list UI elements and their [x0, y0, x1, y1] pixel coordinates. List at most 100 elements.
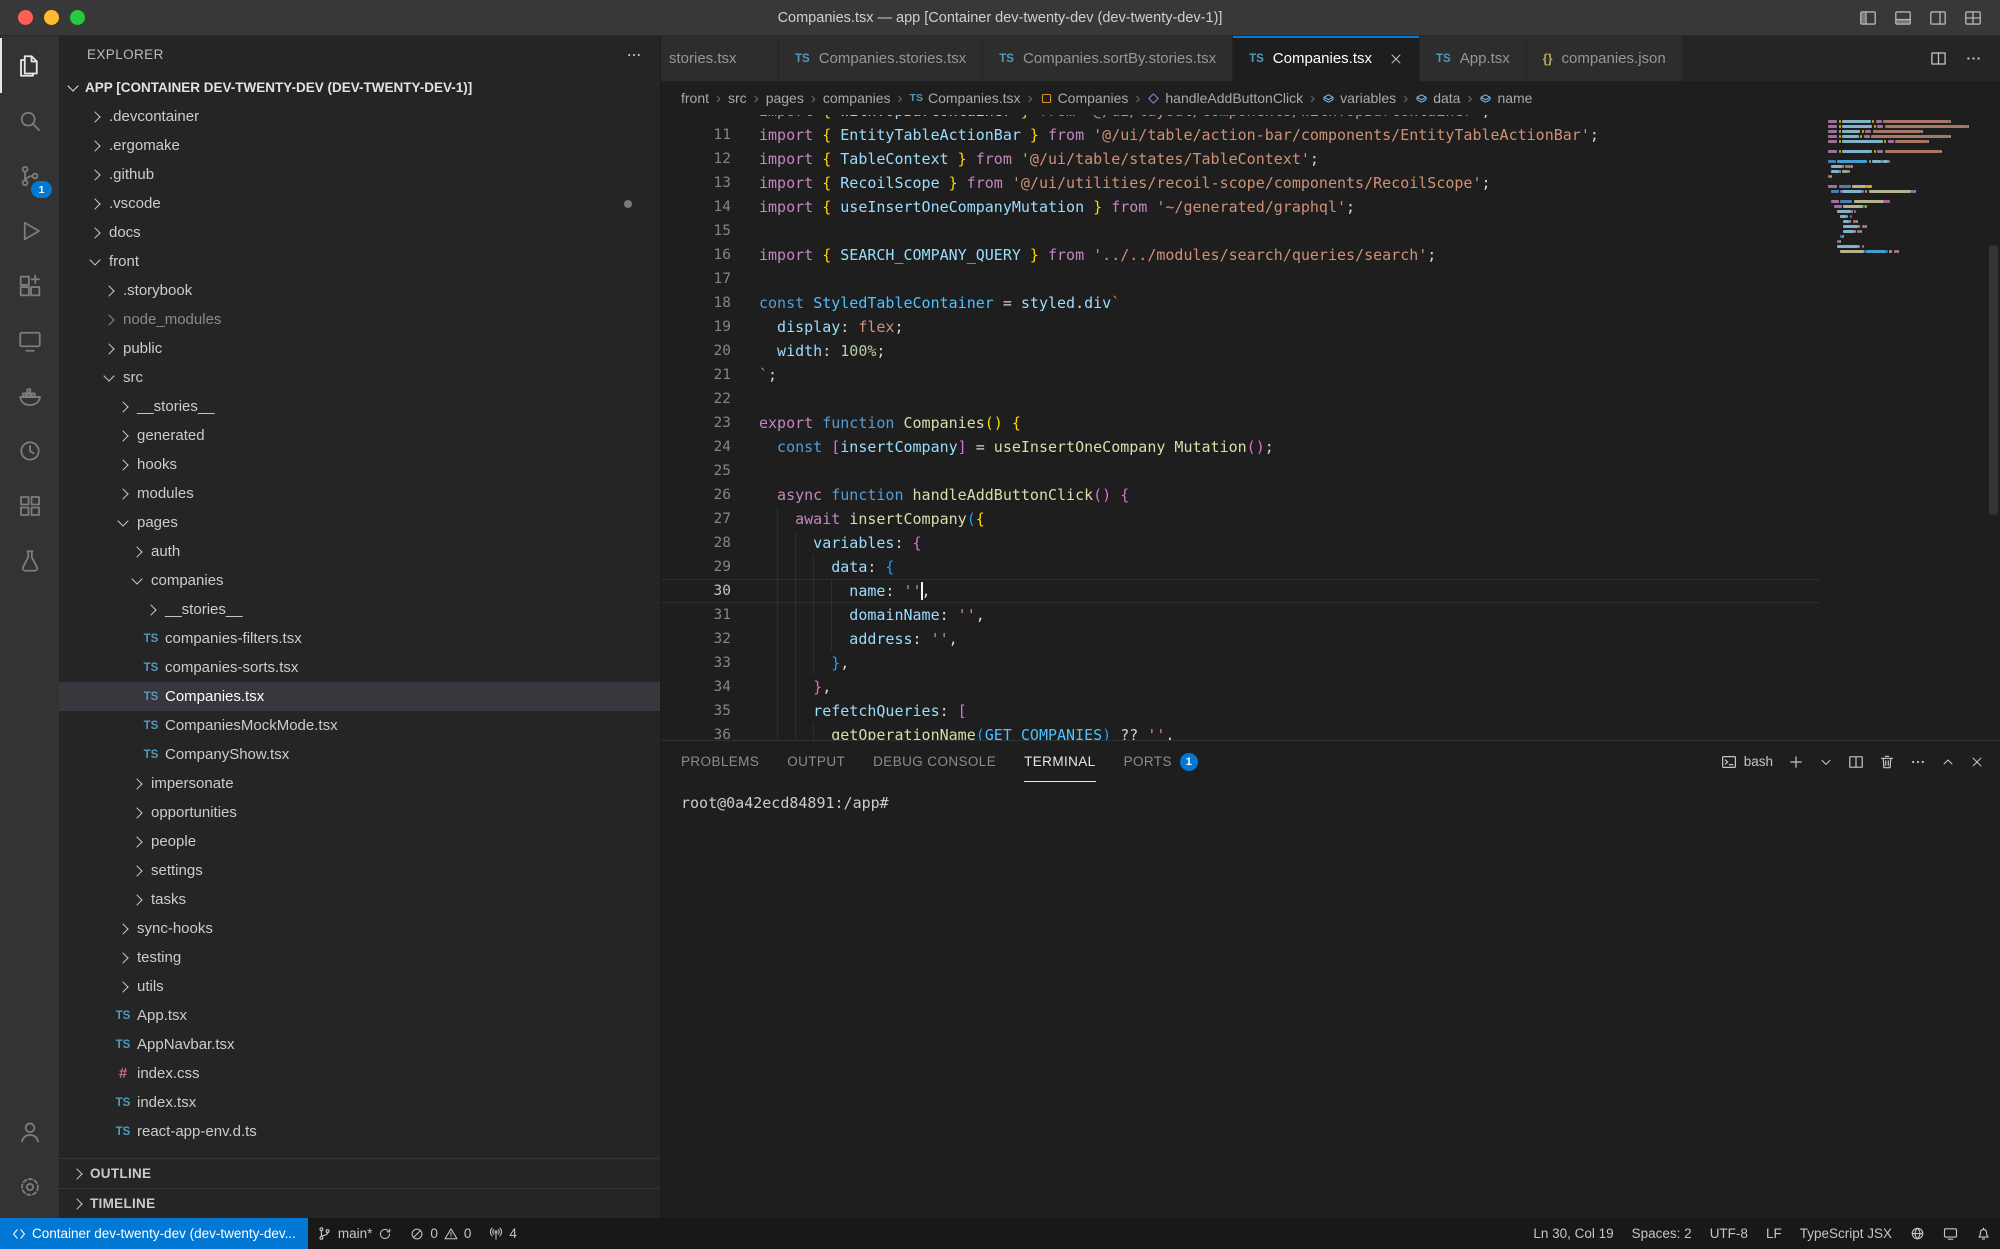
terminal-dropdown-icon[interactable] [1819, 755, 1833, 769]
tree-file-companiesmockmode.tsx[interactable]: TSCompaniesMockMode.tsx [59, 711, 660, 740]
tree-folder-pages[interactable]: pages [59, 508, 660, 537]
tree-folder-opportunities[interactable]: opportunities [59, 798, 660, 827]
explorer-section-timeline[interactable]: TIMELINE [59, 1188, 660, 1218]
language-mode[interactable]: TypeScript JSX [1791, 1218, 1901, 1249]
tree-folder-public[interactable]: public [59, 334, 660, 363]
code-line-19[interactable]: 19display: flex; [661, 315, 1820, 339]
editor-scrollbar[interactable] [1989, 245, 1998, 515]
tree-folder-settings[interactable]: settings [59, 856, 660, 885]
breadcrumb-item-handleaddbuttonclick[interactable]: handleAddButtonClick [1147, 90, 1303, 106]
breadcrumb-item-data[interactable]: data [1415, 90, 1460, 106]
tree-file-appnavbar.tsx[interactable]: TSAppNavbar.tsx [59, 1030, 660, 1059]
tree-folder-generated[interactable]: generated [59, 421, 660, 450]
tab-companies.tsx[interactable]: TSCompanies.tsx [1233, 36, 1420, 81]
editor-more-actions-icon[interactable] [1965, 50, 1982, 67]
notifications-bell-icon[interactable] [1967, 1218, 2000, 1249]
tree-file-index.tsx[interactable]: TSindex.tsx [59, 1088, 660, 1117]
tree-folder-front[interactable]: front [59, 247, 660, 276]
zoom-window-button[interactable] [70, 10, 85, 25]
tree-file-react-app-env.d.ts[interactable]: TSreact-app-env.d.ts [59, 1117, 660, 1146]
tree-folder-sync-hooks[interactable]: sync-hooks [59, 914, 660, 943]
panel-tab-output[interactable]: OUTPUT [787, 741, 845, 782]
panel-more-actions-icon[interactable] [1910, 754, 1926, 770]
code-line-22[interactable]: 22 [661, 387, 1820, 411]
breadcrumb-item-name[interactable]: name [1479, 90, 1532, 106]
tree-folder-.storybook[interactable]: .storybook [59, 276, 660, 305]
tree-file-companies-sorts.tsx[interactable]: TScompanies-sorts.tsx [59, 653, 660, 682]
code-line-15[interactable]: 15 [661, 219, 1820, 243]
code-line-12[interactable]: 12import { TableContext } from '@/ui/tab… [661, 147, 1820, 171]
explorer-icon[interactable] [0, 38, 59, 93]
tree-folder-docs[interactable]: docs [59, 218, 660, 247]
settings-icon[interactable] [0, 1159, 59, 1214]
code-editor[interactable]: 10import { WithTopBarContainer } from '@… [661, 115, 2000, 740]
code-line-27[interactable]: 27await insertCompany({ [661, 507, 1820, 531]
breadcrumb-item-companies[interactable]: companies [823, 90, 891, 106]
github-actions-icon[interactable] [0, 478, 59, 533]
breadcrumb-item-companies.tsx[interactable]: TSCompanies.tsx [910, 90, 1021, 106]
tab-companies.sortby.stories.tsx[interactable]: TSCompanies.sortBy.stories.tsx [983, 36, 1233, 81]
code-line-25[interactable]: 25 [661, 459, 1820, 483]
tree-folder-.github[interactable]: .github [59, 160, 660, 189]
minimize-window-button[interactable] [44, 10, 59, 25]
cursor-position[interactable]: Ln 30, Col 19 [1524, 1218, 1622, 1249]
tree-folder-impersonate[interactable]: impersonate [59, 769, 660, 798]
code-line-35[interactable]: 35refetchQueries: [ [661, 699, 1820, 723]
testing-icon[interactable] [0, 533, 59, 588]
tab-companies.stories.tsx[interactable]: TSCompanies.stories.tsx [779, 36, 983, 81]
panel-tab-problems[interactable]: PROBLEMS [681, 741, 759, 782]
code-line-26[interactable]: 26async function handleAddButtonClick() … [661, 483, 1820, 507]
code-line-24[interactable]: 24const [insertCompany] = useInsertOneCo… [661, 435, 1820, 459]
code-line-30[interactable]: 30name: '', [661, 579, 1820, 603]
screencast-icon[interactable] [1934, 1218, 1967, 1249]
panel-tab-debug-console[interactable]: DEBUG CONSOLE [873, 741, 996, 782]
tree-folder-__stories__[interactable]: __stories__ [59, 392, 660, 421]
close-tab-icon[interactable] [1389, 52, 1403, 66]
browser-preview-icon[interactable] [1901, 1218, 1934, 1249]
indentation-setting[interactable]: Spaces: 2 [1623, 1218, 1701, 1249]
tree-folder-people[interactable]: people [59, 827, 660, 856]
code-line-28[interactable]: 28variables: { [661, 531, 1820, 555]
breadcrumb-item-companies[interactable]: Companies [1040, 90, 1129, 106]
customize-layout-icon[interactable] [1964, 9, 1982, 27]
remote-indicator[interactable]: Container dev-twenty-dev (dev-twenty-dev… [0, 1218, 308, 1249]
eol-setting[interactable]: LF [1757, 1218, 1791, 1249]
tab-stories.tsx[interactable]: stories.tsx [661, 36, 779, 81]
panel-tab-terminal[interactable]: TERMINAL [1024, 741, 1095, 782]
tree-folder-__stories__[interactable]: __stories__ [59, 595, 660, 624]
code-line-36[interactable]: 36getOperationName(GET_COMPANIES) ?? '', [661, 723, 1820, 740]
tree-folder-.devcontainer[interactable]: .devcontainer [59, 102, 660, 131]
new-terminal-icon[interactable] [1788, 754, 1804, 770]
breadcrumb-item-front[interactable]: front [681, 90, 709, 106]
tree-folder-modules[interactable]: modules [59, 479, 660, 508]
breadcrumb-item-variables[interactable]: variables [1322, 90, 1396, 106]
code-line-21[interactable]: 21`; [661, 363, 1820, 387]
split-terminal-icon[interactable] [1848, 754, 1864, 770]
toggle-panel-icon[interactable] [1894, 9, 1912, 27]
problems-status[interactable]: 0 0 [401, 1218, 480, 1249]
search-icon[interactable] [0, 93, 59, 148]
code-line-20[interactable]: 20width: 100%; [661, 339, 1820, 363]
code-line-33[interactable]: 33}, [661, 651, 1820, 675]
panel-tab-ports[interactable]: PORTS1 [1124, 741, 1198, 782]
extensions-icon[interactable] [0, 258, 59, 313]
split-editor-icon[interactable] [1930, 50, 1947, 67]
code-line-14[interactable]: 14import { useInsertOneCompanyMutation }… [661, 195, 1820, 219]
breadcrumb-item-src[interactable]: src [728, 90, 747, 106]
tree-folder-node_modules[interactable]: node_modules [59, 305, 660, 334]
tree-file-companies.tsx[interactable]: TSCompanies.tsx [59, 682, 660, 711]
tree-file-companies-filters.tsx[interactable]: TScompanies-filters.tsx [59, 624, 660, 653]
run-debug-icon[interactable] [0, 203, 59, 258]
accounts-icon[interactable] [0, 1104, 59, 1159]
code-line-23[interactable]: 23export function Companies() { [661, 411, 1820, 435]
ports-status[interactable]: 4 [480, 1218, 526, 1249]
close-window-button[interactable] [18, 10, 33, 25]
gitlens-icon[interactable] [0, 423, 59, 478]
tree-folder-.vscode[interactable]: .vscode [59, 189, 660, 218]
tree-file-index.css[interactable]: #index.css [59, 1059, 660, 1088]
tree-file-app.tsx[interactable]: TSApp.tsx [59, 1001, 660, 1030]
code-line-32[interactable]: 32address: '', [661, 627, 1820, 651]
toggle-secondary-sidebar-icon[interactable] [1929, 9, 1947, 27]
minimap[interactable] [1828, 119, 1986, 740]
code-line-16[interactable]: 16import { SEARCH_COMPANY_QUERY } from '… [661, 243, 1820, 267]
